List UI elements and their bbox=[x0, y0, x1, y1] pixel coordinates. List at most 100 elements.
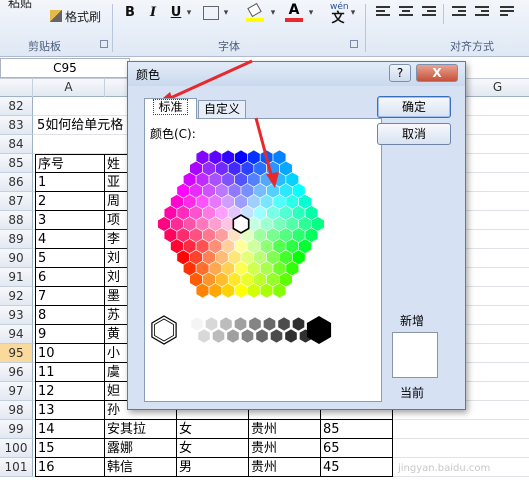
row-header[interactable]: 95 bbox=[0, 344, 33, 363]
row-header[interactable]: 98 bbox=[0, 401, 33, 420]
cell-e[interactable]: 85 bbox=[321, 420, 393, 439]
border-dropdown-icon[interactable]: ▾ bbox=[221, 4, 231, 22]
row-header[interactable]: 93 bbox=[0, 306, 33, 325]
font-color-dropdown-icon[interactable]: ▾ bbox=[306, 4, 316, 22]
cell-d[interactable]: 贵州 bbox=[249, 458, 321, 477]
wrap-text-icon[interactable] bbox=[500, 6, 514, 18]
gray-color-cell[interactable] bbox=[197, 328, 211, 344]
cell-e[interactable]: 65 bbox=[321, 439, 393, 458]
gray-color-cell[interactable] bbox=[248, 316, 262, 332]
underline-dropdown-icon[interactable]: ▾ bbox=[184, 4, 194, 22]
cell-c[interactable]: 男 bbox=[177, 458, 249, 477]
row-header[interactable]: 83 bbox=[0, 116, 33, 135]
ok-button[interactable]: 确定 bbox=[377, 96, 451, 118]
row-header[interactable]: 99 bbox=[0, 420, 33, 439]
tab-standard[interactable]: 标准 bbox=[144, 98, 197, 119]
clipboard-launcher-icon[interactable] bbox=[100, 40, 108, 48]
fill-dropdown-icon[interactable]: ▾ bbox=[268, 4, 278, 22]
help-button[interactable]: ? bbox=[389, 64, 411, 82]
column-header-a[interactable]: A bbox=[33, 79, 105, 97]
cell-a[interactable] bbox=[35, 97, 105, 116]
cell-a[interactable]: 15 bbox=[35, 439, 105, 458]
cell-b[interactable]: 安其拉 bbox=[105, 420, 177, 439]
tab-custom[interactable]: 自定义 bbox=[198, 100, 246, 119]
paste-button[interactable]: 粘贴 bbox=[8, 0, 32, 10]
border-icon[interactable] bbox=[203, 6, 219, 20]
close-button[interactable]: X bbox=[416, 64, 458, 82]
decrease-indent-icon[interactable] bbox=[452, 6, 466, 18]
increase-indent-icon[interactable] bbox=[475, 6, 489, 18]
gray-color-cell[interactable] bbox=[234, 316, 247, 332]
gray-color-cell[interactable] bbox=[263, 316, 276, 332]
cell-a[interactable]: 11 bbox=[35, 363, 105, 382]
cell-a[interactable]: 6 bbox=[35, 268, 105, 287]
cell-a[interactable]: 14 bbox=[35, 420, 105, 439]
row-header[interactable]: 94 bbox=[0, 325, 33, 344]
cell-d[interactable]: 贵州 bbox=[249, 439, 321, 458]
gray-color-cell[interactable] bbox=[205, 316, 218, 332]
gray-color-cell[interactable] bbox=[277, 316, 291, 332]
gray-color-cell[interactable] bbox=[241, 328, 254, 344]
cell-a[interactable]: 7 bbox=[35, 287, 105, 306]
cell-a[interactable]: 13 bbox=[35, 401, 105, 420]
row-header[interactable]: 100 bbox=[0, 439, 33, 458]
row-header[interactable]: 92 bbox=[0, 287, 33, 306]
cell-a[interactable]: 12 bbox=[35, 382, 105, 401]
cell-d[interactable]: 贵州 bbox=[249, 420, 321, 439]
cell-a[interactable]: 8 bbox=[35, 306, 105, 325]
select-all-corner[interactable] bbox=[0, 79, 33, 97]
cell-a[interactable]: 9 bbox=[35, 325, 105, 344]
cell-a[interactable]: 5 bbox=[35, 249, 105, 268]
cell-a[interactable]: 3 bbox=[35, 211, 105, 230]
align-left-icon[interactable] bbox=[376, 6, 390, 18]
align-right-icon[interactable] bbox=[422, 6, 436, 18]
cell-b[interactable]: 露娜 bbox=[105, 439, 177, 458]
gray-color-cell[interactable] bbox=[270, 328, 283, 344]
gray-color-cell[interactable] bbox=[190, 316, 204, 332]
cell-a[interactable]: 16 bbox=[35, 458, 105, 477]
gray-color-cell[interactable] bbox=[219, 316, 233, 332]
cell-a[interactable]: 序号 bbox=[35, 154, 105, 173]
row-header[interactable]: 87 bbox=[0, 192, 33, 211]
column-header-g[interactable]: G bbox=[466, 79, 529, 97]
row-header[interactable]: 89 bbox=[0, 230, 33, 249]
fill-color-icon[interactable] bbox=[246, 2, 266, 22]
font-color-icon[interactable]: A bbox=[285, 2, 303, 22]
row-header[interactable]: 88 bbox=[0, 211, 33, 230]
italic-button[interactable]: I bbox=[146, 4, 160, 22]
cell-e[interactable]: 45 bbox=[321, 458, 393, 477]
cell-a[interactable]: 4 bbox=[35, 230, 105, 249]
gray-color-cell[interactable] bbox=[255, 328, 269, 344]
gray-color-cell[interactable] bbox=[284, 328, 298, 344]
dialog-title-bar[interactable]: 颜色 ? X bbox=[128, 62, 465, 86]
row-header[interactable]: 90 bbox=[0, 249, 33, 268]
gray-color-cell[interactable] bbox=[212, 328, 225, 344]
cell-a[interactable]: 10 bbox=[35, 344, 105, 363]
row-header[interactable]: 85 bbox=[0, 154, 33, 173]
row-header[interactable]: 82 bbox=[0, 97, 33, 116]
gray-color-cell[interactable] bbox=[226, 328, 240, 344]
cell-a[interactable] bbox=[35, 135, 105, 154]
name-box[interactable]: C95 bbox=[0, 58, 130, 78]
cell-c[interactable]: 女 bbox=[177, 439, 249, 458]
cell-c[interactable]: 女 bbox=[177, 420, 249, 439]
font-launcher-icon[interactable] bbox=[350, 40, 358, 48]
color-honeycomb[interactable] bbox=[145, 119, 381, 401]
cell-a[interactable]: 1 bbox=[35, 173, 105, 192]
row-header[interactable]: 86 bbox=[0, 173, 33, 192]
bold-button[interactable]: B bbox=[122, 4, 138, 22]
cancel-button[interactable]: 取消 bbox=[377, 123, 451, 145]
cell-b[interactable]: 韩信 bbox=[105, 458, 177, 477]
white-color-cell[interactable] bbox=[151, 315, 177, 345]
format-painter-button[interactable]: 格式刷 bbox=[50, 10, 101, 24]
gray-color-cell[interactable] bbox=[292, 316, 305, 332]
row-header[interactable]: 91 bbox=[0, 268, 33, 287]
cell-a[interactable]: 2 bbox=[35, 192, 105, 211]
phonetic-dropdown-icon[interactable]: ▾ bbox=[348, 4, 358, 22]
row-header[interactable]: 96 bbox=[0, 363, 33, 382]
underline-button[interactable]: U bbox=[169, 4, 183, 22]
row-header[interactable]: 84 bbox=[0, 135, 33, 154]
row-header[interactable]: 101 bbox=[0, 458, 33, 477]
align-center-icon[interactable] bbox=[399, 6, 413, 18]
row-header[interactable]: 97 bbox=[0, 382, 33, 401]
